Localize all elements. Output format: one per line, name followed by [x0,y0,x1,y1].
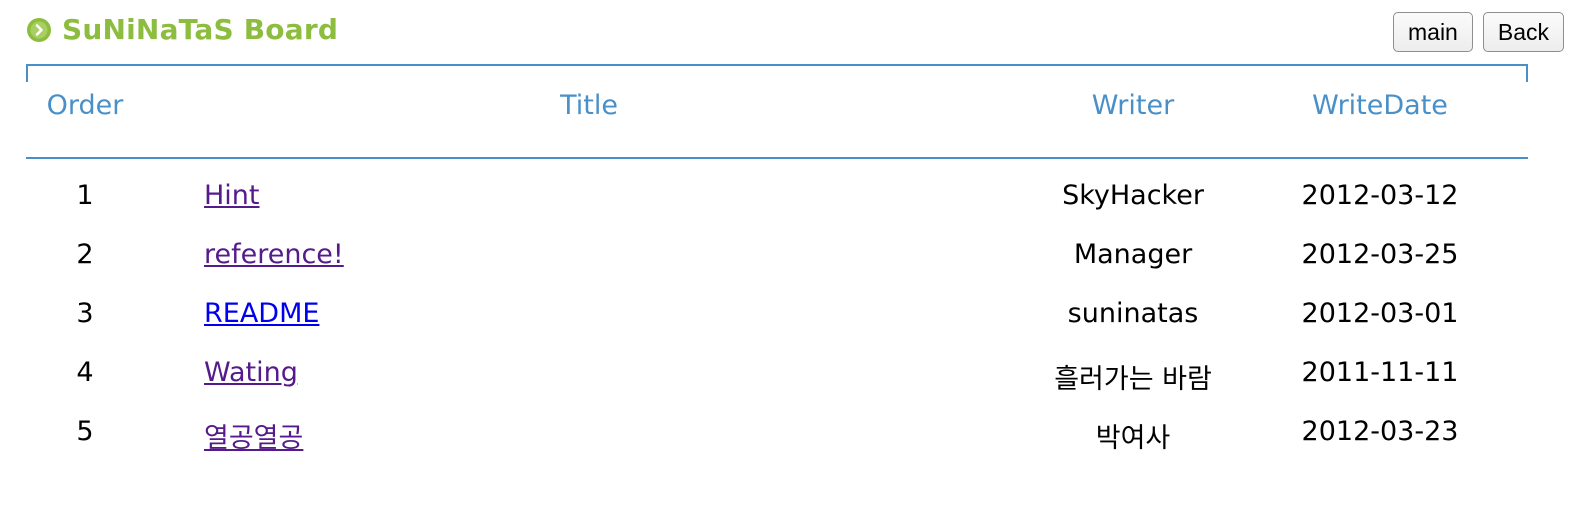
title-link[interactable]: README [204,298,319,329]
row-date: 2012-03-23 [1301,416,1459,447]
title-link[interactable]: Wating [204,357,298,388]
page-title: SuNiNaTaS Board [62,13,339,46]
row-title: Wating [204,357,298,388]
row-date: 2012-03-12 [1301,180,1459,211]
row-order: 3 [76,298,94,329]
board-title: SuNiNaTaS Board [26,13,338,46]
row-title: reference! [204,239,344,270]
back-button[interactable]: Back [1482,12,1564,52]
row-order: 1 [76,180,94,211]
row-writer: Manager [1073,239,1193,270]
nav-buttons: main Back [1393,12,1564,52]
row-writer: 흘러가는 바람 [1054,364,1212,395]
row-writer: 박여사 [1095,423,1171,454]
column-header-writedate: WriteDate [1312,90,1448,121]
main-button[interactable]: main [1393,12,1473,52]
table-row: 3 README suninatas 2012-03-01 [26,286,1528,345]
row-title: README [204,298,319,329]
table-row: 1 Hint SkyHacker 2012-03-12 [26,168,1528,227]
row-order: 2 [76,239,94,270]
row-date: 2012-03-01 [1301,298,1459,329]
board-header: SuNiNaTaS Board main Back [26,8,1564,58]
row-date: 2011-11-11 [1301,357,1459,388]
title-link[interactable]: 열공열공 [204,423,303,454]
row-order: 4 [76,357,94,388]
column-header-writer: Writer [1091,90,1175,121]
row-writer: suninatas [1067,298,1199,329]
frame-divider [1526,64,1528,82]
frame-divider [26,64,28,82]
row-date: 2012-03-25 [1301,239,1459,270]
table-row: 2 reference! Manager 2012-03-25 [26,227,1528,286]
circle-chevron-right-icon [26,17,52,43]
row-writer: SkyHacker [1062,180,1204,211]
row-order: 5 [76,416,94,447]
column-header-order: Order [46,90,124,121]
table-row: 5 열공열공 박여사 2012-03-23 [26,404,1528,463]
title-link[interactable]: Hint [204,180,260,211]
row-title: Hint [204,180,260,211]
column-header-title: Title [560,90,618,121]
title-link[interactable]: reference! [204,239,344,270]
table-header: Order Title Writer WriteDate [26,64,1528,159]
table-row: 4 Wating 흘러가는 바람 2011-11-11 [26,345,1528,404]
row-title: 열공열공 [204,416,303,455]
